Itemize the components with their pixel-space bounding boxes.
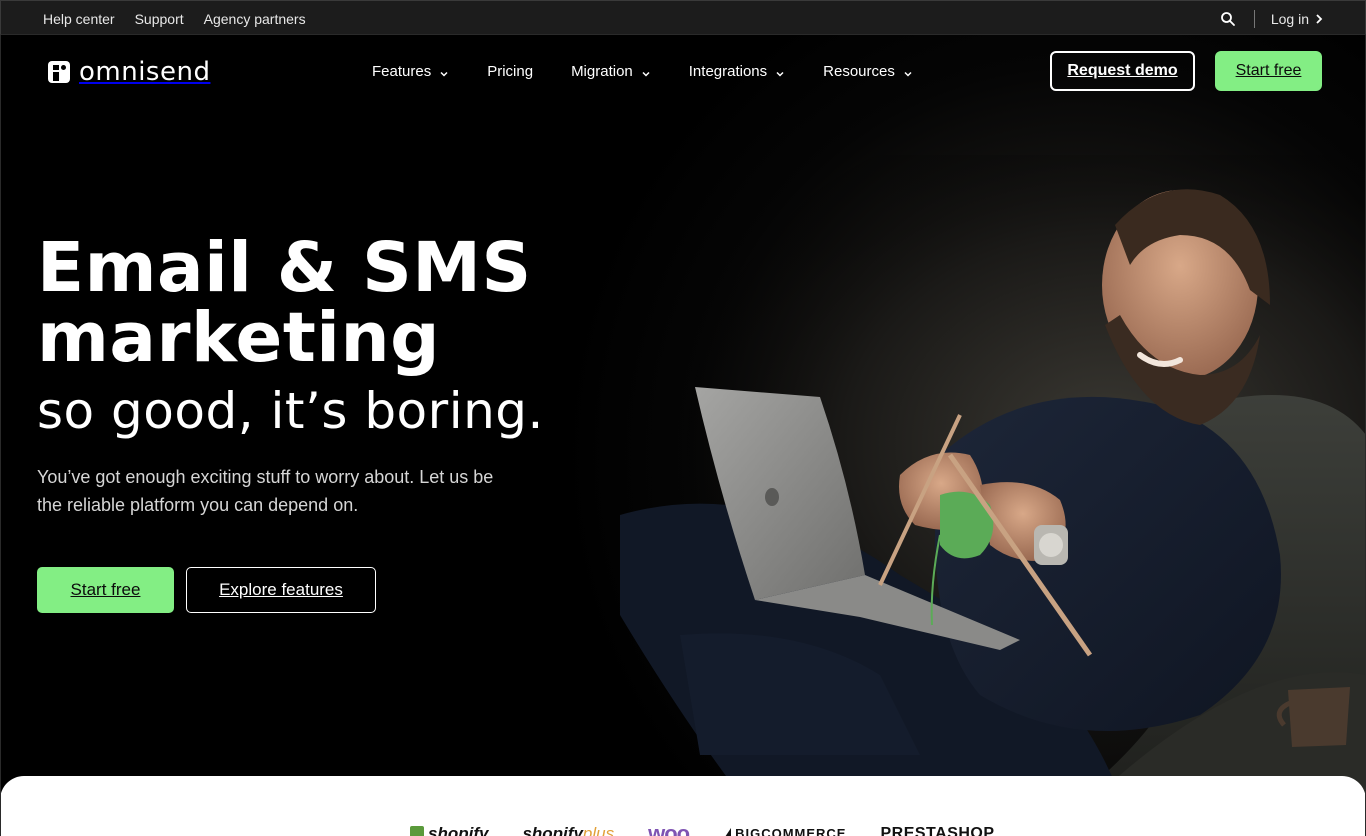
nav-integrations-label: Integrations xyxy=(688,62,768,80)
chevron-right-icon xyxy=(1315,11,1323,27)
explore-features-button[interactable]: Explore features xyxy=(186,567,376,613)
main-nav: Features Pricing Migration Integrations … xyxy=(372,57,913,85)
nav-pricing[interactable]: Pricing xyxy=(487,63,533,80)
hero-section: omnisend Features Pricing Migration Inte… xyxy=(0,35,1366,795)
shopify-logo-text: shopify xyxy=(428,824,489,836)
utility-divider xyxy=(1253,9,1255,28)
prestashop-logo: PRESTASHOP xyxy=(880,825,995,836)
nav-integrations[interactable]: Integrations xyxy=(689,63,785,80)
hero-description: You’ve got enough exciting stuff to worr… xyxy=(37,467,494,515)
chevron-down-icon xyxy=(775,66,785,77)
bigcommerce-logo-text: BIGCOMMERCE xyxy=(735,826,847,836)
start-free-hero-button[interactable]: Start free xyxy=(37,567,174,613)
logo-text: omnisend xyxy=(79,57,211,87)
chevron-down-icon xyxy=(903,66,913,77)
hero-headline: Email & SMS marketing xyxy=(37,233,637,373)
help-center-link[interactable]: Help center xyxy=(43,11,115,27)
request-demo-button[interactable]: Request demo xyxy=(1050,51,1195,91)
support-link[interactable]: Support xyxy=(135,11,184,27)
utility-links: Help center Support Agency partners xyxy=(43,1,306,36)
omnisend-logo-icon xyxy=(48,61,70,83)
hero-subheadline: so good, it’s boring. xyxy=(37,382,544,440)
bigcommerce-mark-icon xyxy=(723,828,732,836)
utility-right: Log in xyxy=(1220,1,1323,36)
partner-logos: shopify shopifyplus woo BIGCOMMERCE PRES… xyxy=(410,824,995,836)
shopify-plus-main: shopify xyxy=(522,824,583,836)
nav-resources-label: Resources xyxy=(823,62,895,80)
start-free-header-button[interactable]: Start free xyxy=(1215,51,1322,91)
utility-bar: Help center Support Agency partners Log … xyxy=(0,0,1366,35)
chevron-down-icon xyxy=(439,66,449,77)
shopify-plus-suffix: plus xyxy=(582,824,615,836)
shopify-bag-icon xyxy=(410,826,424,836)
nav-pricing-label: Pricing xyxy=(487,62,534,80)
shopify-logo: shopify xyxy=(410,824,488,836)
nav-features-label: Features xyxy=(372,62,432,80)
login-link[interactable]: Log in xyxy=(1271,11,1323,27)
shopify-plus-logo: shopifyplus xyxy=(522,824,614,836)
nav-features[interactable]: Features xyxy=(372,63,449,80)
hero-photo xyxy=(560,155,1366,795)
nav-resources[interactable]: Resources xyxy=(823,63,913,80)
headline-line-1: Email & SMS xyxy=(37,228,532,308)
woo-logo: woo xyxy=(648,824,690,836)
chevron-down-icon xyxy=(641,66,651,77)
nav-migration-label: Migration xyxy=(571,62,633,80)
partner-logos-strip: shopify shopifyplus woo BIGCOMMERCE PRES… xyxy=(0,776,1366,836)
nav-migration[interactable]: Migration xyxy=(571,63,651,80)
search-icon[interactable] xyxy=(1220,11,1236,27)
headline-line-2: marketing xyxy=(37,298,440,378)
bigcommerce-logo: BIGCOMMERCE xyxy=(723,824,846,836)
login-label: Log in xyxy=(1270,10,1309,27)
agency-partners-link[interactable]: Agency partners xyxy=(204,11,306,27)
omnisend-logo[interactable]: omnisend xyxy=(48,57,210,87)
